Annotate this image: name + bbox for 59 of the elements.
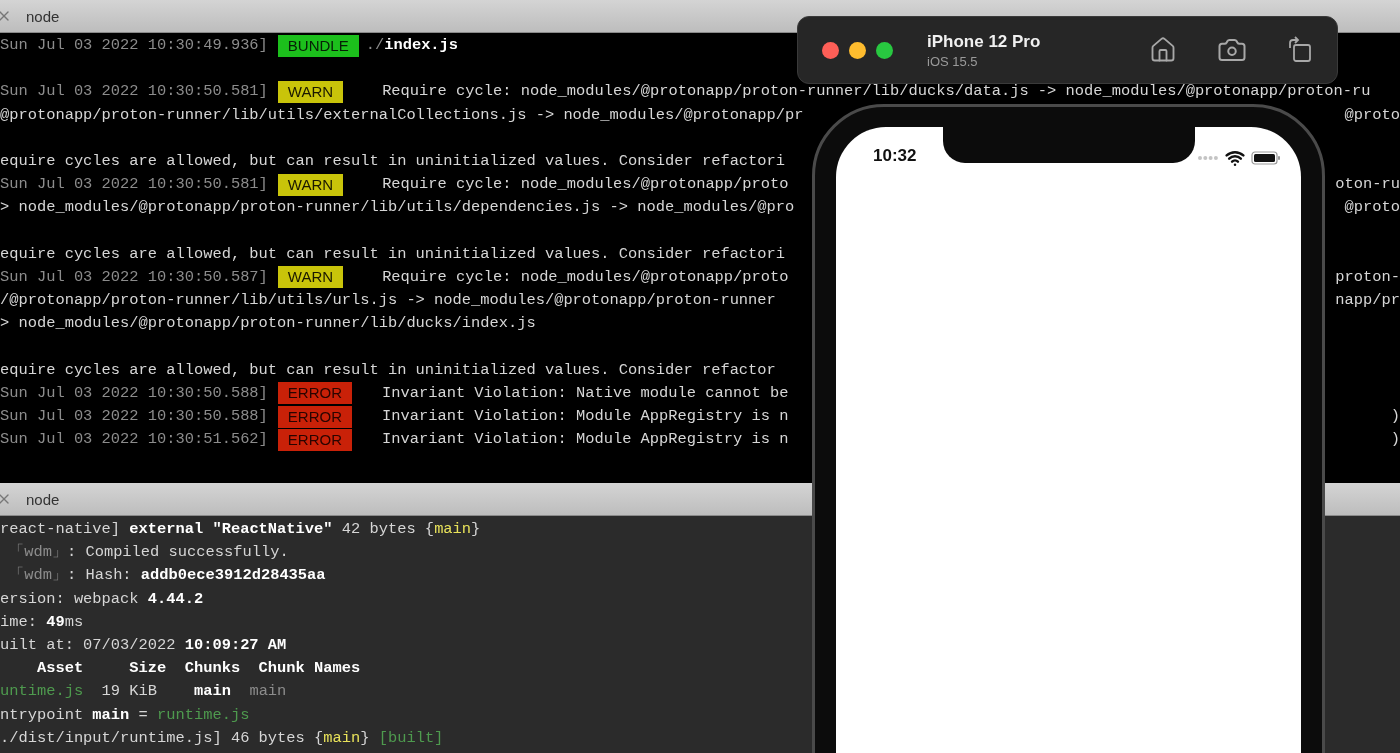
- zoom-window-button[interactable]: [876, 41, 893, 59]
- log-message: Invariant Violation: Module AppRegistry is n: [382, 429, 789, 451]
- phone-screen[interactable]: 10:32: [836, 127, 1301, 753]
- log-message: ./index.js: [365, 35, 459, 56]
- minimize-window-button[interactable]: [849, 41, 866, 59]
- log-message: Require cycle: node_modules/@protonapp/proto: [382, 266, 789, 288]
- log-message-fragment: @proto: [1344, 197, 1400, 219]
- log-timestamp: Sun Jul 03 2022 10:30:51.562]: [0, 429, 268, 451]
- build-output-line: ./dist/input/runtime.js] 46 bytes {main} [built]: [0, 727, 444, 749]
- log-line: @protonapp/proton-runner/lib/utils/externalCollections.js -> node_modules/@protonapp/pr: [0, 104, 804, 126]
- terminal-tab-title[interactable]: node: [26, 7, 60, 25]
- os-version: iOS 15.5: [927, 53, 979, 69]
- build-output-line: uilt at: 07/03/2022 10:09:27 AM: [0, 634, 287, 656]
- log-message-fragment: @proto: [1344, 104, 1400, 126]
- wifi-icon: [1225, 148, 1245, 168]
- build-output-line: ime: 49ms: [0, 611, 84, 633]
- terminal-tab-title[interactable]: node: [26, 490, 60, 508]
- log-level-badge: ERROR: [277, 405, 352, 428]
- signal-icon: [1197, 155, 1219, 161]
- log-message-fragment: proton-: [1335, 266, 1400, 288]
- rotate-icon[interactable]: [1287, 36, 1313, 64]
- log-level-badge: WARN: [277, 80, 344, 103]
- log-level-badge: ERROR: [277, 428, 352, 451]
- battery-icon: [1251, 151, 1281, 165]
- build-output-line: untime.js 19 KiB main main: [0, 681, 287, 703]
- log-level-badge: ERROR: [277, 382, 352, 405]
- build-output-line: react-native] external "ReactNative" 42 bytes {main}: [0, 519, 481, 540]
- log-timestamp: Sun Jul 03 2022 10:30:50.581]: [0, 174, 268, 196]
- log-timestamp: Sun Jul 03 2022 10:30:50.588]: [0, 406, 268, 427]
- log-timestamp: Sun Jul 03 2022 10:30:50.581]: [0, 81, 268, 103]
- build-output-line: ntrypoint main = runtime.js: [0, 704, 250, 726]
- log-line: > node_modules/@protonapp/proton-runner/lib/utils/dependencies.js -> node_modules/@pro: [0, 197, 795, 219]
- log-level-badge: WARN: [277, 266, 344, 289]
- log-message: Require cycle: node_modules/@protonapp/proto: [382, 174, 789, 196]
- close-window-button[interactable]: [822, 41, 839, 59]
- log-message: Invariant Violation: Native module cannot be: [382, 382, 789, 404]
- home-icon[interactable]: [1149, 36, 1177, 64]
- status-time: 10:32: [873, 146, 917, 166]
- log-line: > node_modules/@protonapp/proton-runner/lib/ducks/index.js: [0, 313, 536, 335]
- build-output-line: 「wdm」: Compiled successfully.: [8, 542, 289, 564]
- device-name: iPhone 12 Pro: [927, 31, 1042, 52]
- build-output-line: Asset Size Chunks Chunk Names: [35, 658, 361, 680]
- log-message-fragment: napp/pr: [1335, 290, 1400, 312]
- log-line: equire cycles are allowed, but can result in uninitialized values. Consider refactori: [0, 150, 786, 172]
- log-message: Require cycle: node_modules/@protonapp/proton-runner/lib/ducks/data.js -> node_modules/@protonapp/proton-ru: [382, 81, 1371, 103]
- log-line: equire cycles are allowed, but can result in uninitialized values. Consider refactori: [0, 243, 786, 265]
- log-timestamp: Sun Jul 03 2022 10:30:49.936]: [0, 35, 268, 56]
- log-message-fragment: ): [1390, 429, 1400, 451]
- log-timestamp: Sun Jul 03 2022 10:30:50.587]: [0, 266, 268, 288]
- build-output-line: ersion: webpack 4.44.2: [0, 588, 204, 610]
- log-message: Invariant Violation: Module AppRegistry is n: [382, 406, 789, 427]
- log-level-badge: WARN: [277, 173, 344, 196]
- log-timestamp: Sun Jul 03 2022 10:30:50.588]: [0, 382, 268, 404]
- log-message-fragment: oton-ru: [1335, 174, 1400, 196]
- log-line: /@protonapp/proton-runner/lib/utils/urls.js -> node_modules/@protonapp/proton-runner: [0, 290, 776, 312]
- log-line: equire cycles are allowed, but can result in uninitialized values. Consider refactor: [0, 359, 776, 381]
- build-output-line: 「wdm」: Hash: addb0ece3912d28435aa: [8, 565, 326, 587]
- log-message-fragment: ): [1390, 406, 1400, 427]
- log-level-badge: BUNDLE: [277, 34, 359, 57]
